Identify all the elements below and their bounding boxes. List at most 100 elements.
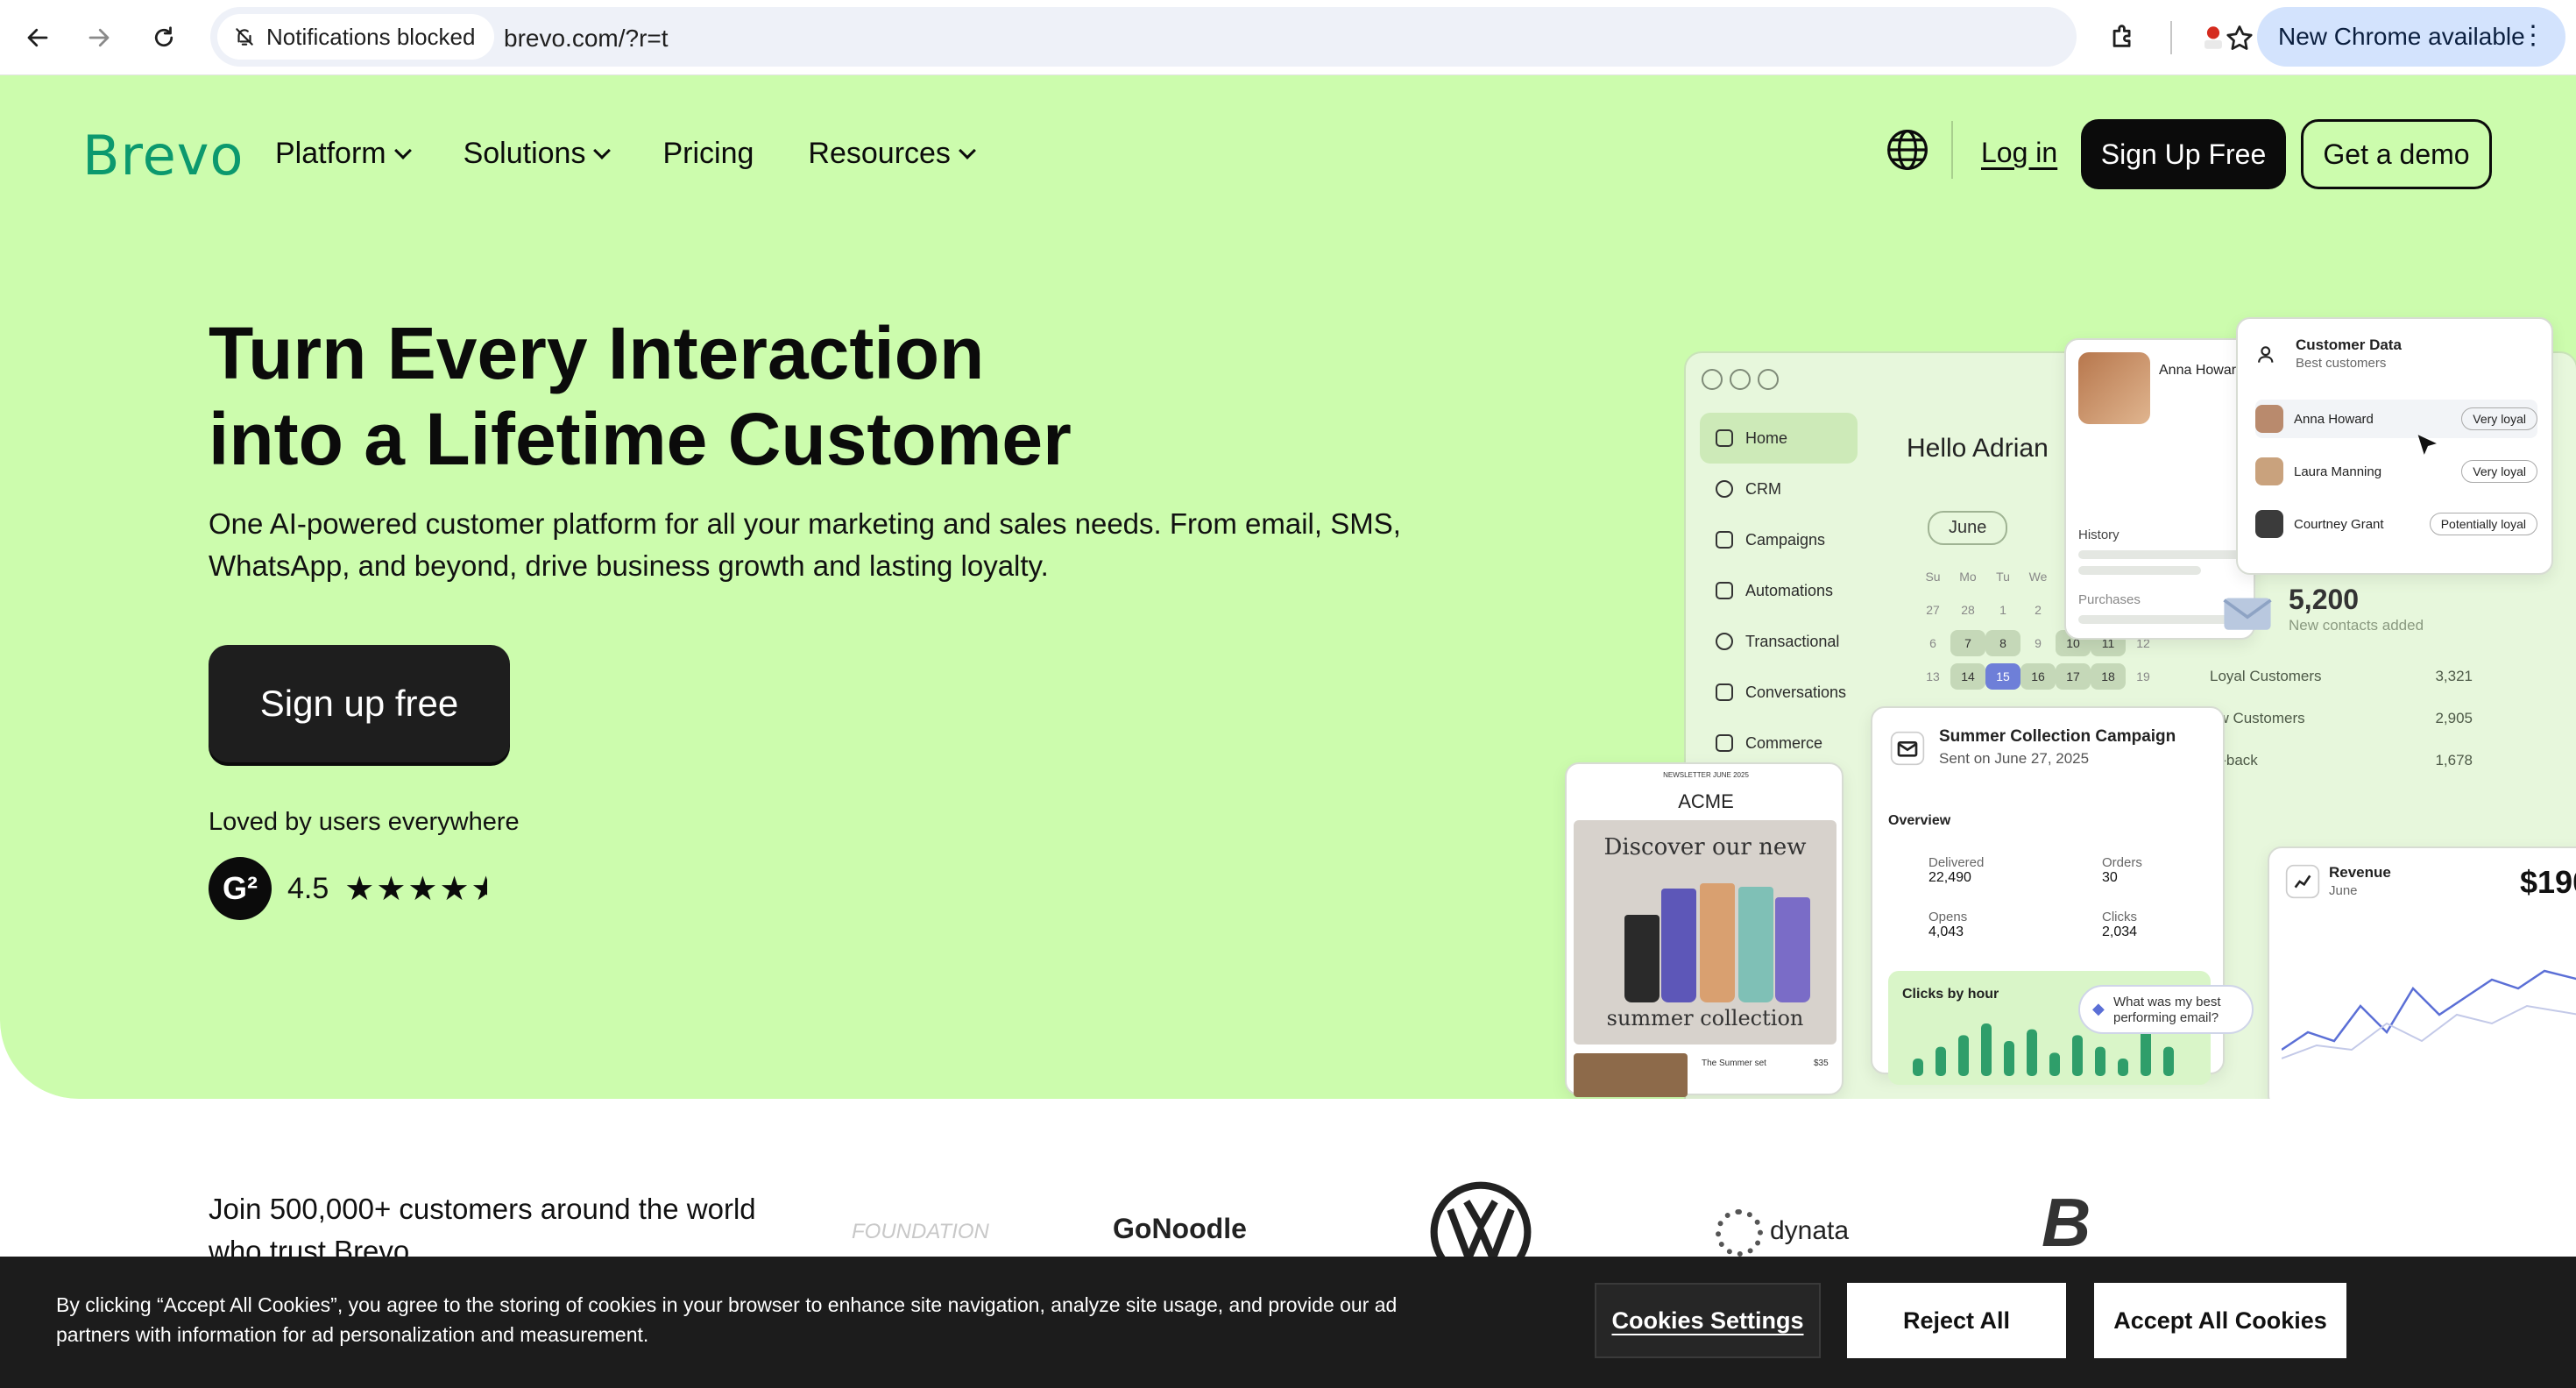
kebab-menu-icon[interactable]: ⋮: [2520, 23, 2546, 49]
calendar-day: 19: [2136, 669, 2150, 683]
calendar-day: 7: [1950, 630, 1985, 656]
mockup-menu-transactional: Transactional: [1700, 616, 1858, 667]
bodybuilding-logo: B: [2042, 1184, 2091, 1261]
extensions-button[interactable]: [2103, 16, 2143, 56]
mockup-menu-conversations: Conversations: [1700, 667, 1858, 718]
hero-signup-button[interactable]: Sign up free: [209, 645, 510, 762]
email-item-price: $35: [1814, 1059, 1829, 1068]
headline-line-2: into a Lifetime Customer: [209, 398, 1072, 480]
mockup-menu-campaigns: Campaigns: [1700, 514, 1858, 565]
calendar-day: 17: [2056, 663, 2091, 690]
clicks-bar: [1913, 1059, 1923, 1076]
cookies-settings-button[interactable]: Cookies Settings: [1595, 1283, 1821, 1358]
accept-all-cookies-button[interactable]: Accept All Cookies: [2094, 1283, 2346, 1358]
placeholder-bar: [2078, 566, 2201, 575]
nav-platform-label: Platform: [275, 137, 386, 170]
email-preview-card: NEWSLETTER JUNE 2025 ACME Discover our n…: [1565, 762, 1844, 1097]
ai-prompt-chip: ◆ What was my best performing email?: [2078, 985, 2254, 1034]
back-button[interactable]: [16, 16, 60, 60]
campaign-sent-date: Sent on June 27, 2025: [1939, 750, 2090, 767]
update-label: New Chrome available: [2278, 23, 2525, 50]
email-hero-image: Discover our new summer collection: [1574, 820, 1836, 1045]
clicks-bar: [1958, 1035, 1969, 1076]
login-link[interactable]: Log in: [1981, 137, 2057, 169]
clicks-bar: [1936, 1046, 1946, 1076]
list-item: Anna Howard Very loyal: [2255, 400, 2537, 438]
avatar: [2078, 352, 2150, 424]
nav-platform[interactable]: Platform: [275, 137, 412, 171]
url-text[interactable]: brevo.com/?r=t: [504, 25, 669, 53]
mockup-menu-commerce: Commerce: [1700, 718, 1858, 768]
forward-button[interactable]: [77, 16, 121, 60]
revenue-line-chart: [2282, 969, 2576, 1059]
nav-solutions[interactable]: Solutions: [463, 137, 612, 171]
placeholder-bar: [2078, 615, 2243, 624]
metric-clicks: Clicks 2,034: [2102, 910, 2138, 939]
clicks-bar: [2118, 1059, 2128, 1076]
clicks-bar: [2049, 1052, 2060, 1076]
signup-free-button[interactable]: Sign Up Free: [2081, 119, 2286, 189]
product-image: [1738, 887, 1773, 1002]
nav-solutions-label: Solutions: [463, 137, 586, 170]
bag-icon: [1716, 734, 1733, 752]
dynata-logo-icon: [1716, 1209, 1763, 1257]
new-chrome-available-button[interactable]: New Chrome available ⋮: [2257, 7, 2565, 67]
notifications-blocked-chip[interactable]: Notifications blocked: [217, 14, 495, 60]
forward-arrow-icon: [88, 28, 110, 47]
status-badge: Very loyal: [2461, 460, 2537, 483]
metric-delivered: Delivered 22,490: [1928, 855, 1985, 885]
profile-purchases: Purchases: [2078, 592, 2141, 607]
nav-pricing[interactable]: Pricing: [662, 137, 754, 171]
product-thumbnail: [1574, 1053, 1688, 1097]
cookie-banner: By clicking “Accept All Cookies”, you ag…: [0, 1257, 2576, 1388]
extensions-icon: [2112, 25, 2131, 47]
product-image: [1700, 883, 1735, 1002]
email-heading: Discover our new: [1603, 834, 1807, 860]
g2-rating: G² 4.5 ★★★★★: [209, 857, 487, 920]
status-badge: Potentially loyal: [2429, 513, 2537, 535]
chevron-down-icon: [593, 141, 612, 159]
clicks-bar: [1981, 1023, 1992, 1076]
reload-button[interactable]: [142, 16, 186, 60]
main-navigation: Platform Solutions Pricing Resources: [275, 137, 976, 171]
mockup-sidebar: Home CRM Campaigns Automations Transacti…: [1700, 413, 1858, 768]
nav-resources-label: Resources: [808, 137, 951, 170]
mockup-menu-home: Home: [1700, 413, 1858, 464]
email-item-name: The Summer set: [1702, 1059, 1766, 1068]
profile-name: Anna Howard: [2159, 363, 2244, 378]
clicks-bar: [2027, 1029, 2037, 1076]
headline-line-1: Turn Every Interaction: [209, 312, 985, 394]
rating-stars-icon: ★★★★★: [344, 870, 486, 908]
mockup-menu-automations: Automations: [1700, 565, 1858, 616]
nav-divider: [1951, 121, 1953, 179]
foundation-logo: FOUNDATION: [852, 1220, 989, 1243]
customer-data-subtitle: Best customers: [2296, 356, 2387, 371]
segments-list: Loyal Customers 3,321 ew Customers 2,905 i…: [2210, 668, 2473, 794]
nav-resources[interactable]: Resources: [808, 137, 976, 171]
customer-data-card: Customer Data Best customers Anna Howard…: [2236, 317, 2553, 575]
clicks-bar: [2163, 1046, 2174, 1076]
get-a-demo-button[interactable]: Get a demo: [2301, 119, 2492, 189]
product-image: [1661, 889, 1696, 1002]
mail-icon: [1890, 731, 1925, 766]
calendar-day: 16: [2020, 663, 2056, 690]
home-icon: [1716, 429, 1733, 447]
profile-button[interactable]: [2193, 18, 2233, 58]
chevron-down-icon: [959, 141, 976, 159]
nav-pricing-label: Pricing: [662, 137, 754, 170]
profile-history: History: [2078, 528, 2120, 542]
clicks-bar: [2072, 1035, 2083, 1076]
brevo-logo[interactable]: Brevo: [82, 124, 244, 188]
hero-section: Brevo Platform Solutions Pricing Resourc…: [0, 75, 2576, 1099]
reload-icon: [154, 26, 173, 47]
gonoodle-logo: GoNoodle: [1113, 1213, 1247, 1244]
calendar-day: 28: [1961, 603, 1975, 617]
metric-opens: Opens 4,043: [1928, 910, 1968, 939]
calendar-day: 14: [1950, 663, 1985, 690]
email-brand: ACME: [1678, 790, 1734, 812]
address-bar[interactable]: Notifications blocked brevo.com/?r=t: [210, 7, 2253, 67]
globe-icon[interactable]: [1884, 126, 1931, 174]
reject-all-button[interactable]: Reject All: [1847, 1283, 2066, 1358]
browser-toolbar: Notifications blocked brevo.com/?r=t New…: [0, 0, 2576, 75]
avatar: [2255, 457, 2283, 485]
